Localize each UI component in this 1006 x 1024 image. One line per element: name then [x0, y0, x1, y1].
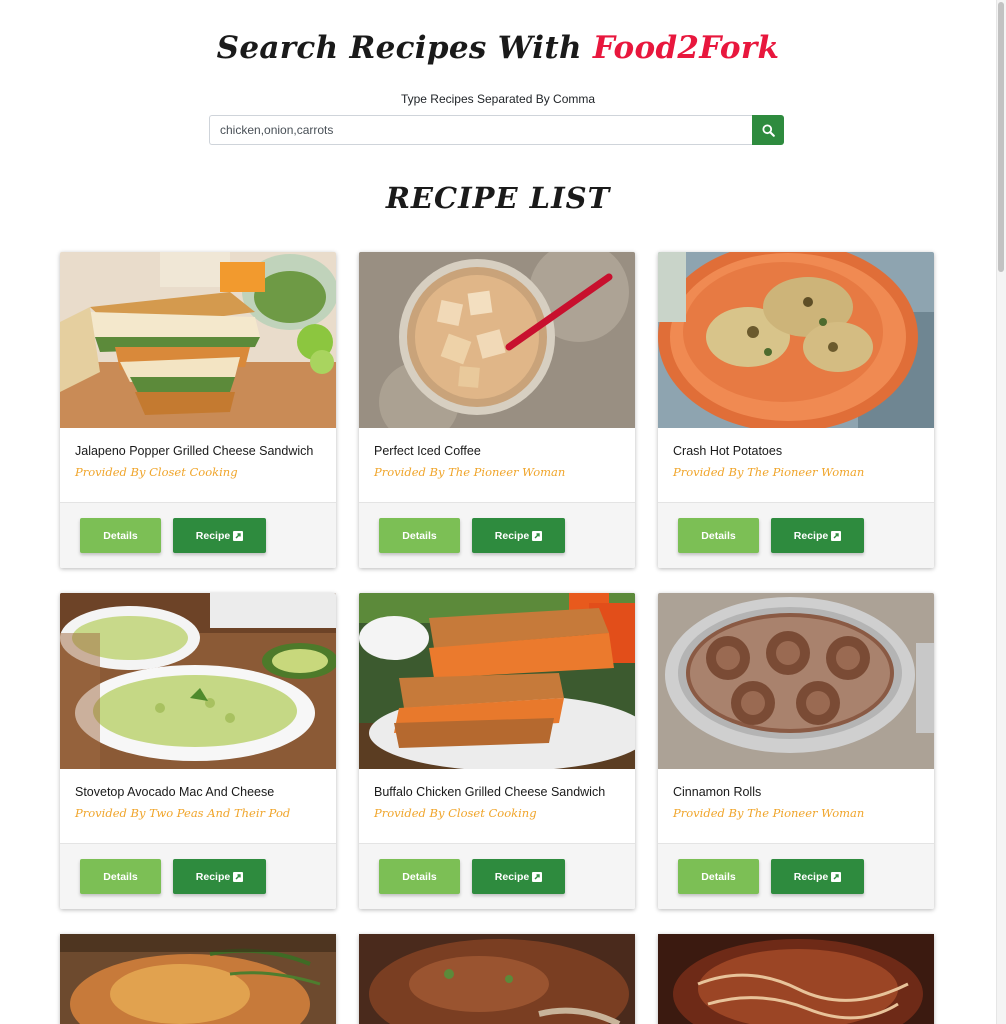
recipe-publisher: Provided By The Pioneer Woman [673, 806, 865, 820]
recipe-publisher: Provided By Two Peas And Their Pod [75, 806, 291, 820]
search-button[interactable] [752, 115, 784, 145]
recipe-button-label: Recipe [195, 529, 231, 542]
recipe-image [658, 252, 934, 428]
recipe-publisher: Provided By Closet Cooking [374, 806, 537, 820]
recipe-card: Buffalo Chicken Grilled Cheese Sandwich … [359, 593, 635, 909]
recipe-image [658, 934, 934, 1024]
recipe-title: Cinnamon Rolls [673, 785, 762, 799]
external-link-icon [233, 871, 244, 882]
recipe-button-label: Recipe [494, 529, 530, 542]
recipe-card: Crash Hot Potatoes Provided By The Pione… [658, 252, 934, 568]
recipe-image [60, 593, 336, 769]
scrollbar-thumb[interactable] [998, 2, 1004, 272]
recipe-card-partial [658, 934, 934, 1024]
recipe-title: Stovetop Avocado Mac And Cheese [75, 785, 275, 799]
recipe-image [60, 934, 336, 1024]
recipe-title: Buffalo Chicken Grilled Cheese Sandwich [374, 785, 606, 799]
brand-name: Food2Fork [592, 30, 780, 66]
recipe-image [359, 252, 635, 428]
recipe-button[interactable]: Recipe [472, 518, 565, 553]
details-button[interactable]: Details [80, 518, 161, 553]
search-icon [761, 123, 775, 137]
recipe-image [359, 934, 635, 1024]
recipe-button-label: Recipe [793, 529, 829, 542]
recipe-button[interactable]: Recipe [173, 518, 266, 553]
recipe-title: Jalapeno Popper Grilled Cheese Sandwich [75, 444, 314, 458]
external-link-icon [532, 530, 543, 541]
recipe-card: Jalapeno Popper Grilled Cheese Sandwich … [60, 252, 336, 568]
recipe-card: Stovetop Avocado Mac And Cheese Provided… [60, 593, 336, 909]
external-link-icon [532, 871, 543, 882]
recipe-button-label: Recipe [494, 870, 530, 883]
recipe-publisher: Provided By The Pioneer Woman [673, 465, 865, 479]
page-title: Search Recipes With Food2Fork [0, 30, 996, 66]
details-button[interactable]: Details [678, 518, 759, 553]
recipe-list-title: RECIPE LIST [385, 181, 611, 215]
recipe-title: Crash Hot Potatoes [673, 444, 783, 458]
recipe-button-label: Recipe [793, 870, 829, 883]
recipe-publisher: Provided By The Pioneer Woman [374, 465, 566, 479]
recipe-image [60, 252, 336, 428]
details-button[interactable]: Details [678, 859, 759, 894]
recipe-button[interactable]: Recipe [771, 859, 864, 894]
recipe-image [658, 593, 934, 769]
external-link-icon [233, 530, 244, 541]
recipe-card-partial [60, 934, 336, 1024]
recipe-publisher: Provided By Closet Cooking [75, 465, 238, 479]
recipe-card: Perfect Iced Coffee Provided By The Pion… [359, 252, 635, 568]
recipe-button[interactable]: Recipe [173, 859, 266, 894]
recipe-card: Cinnamon Rolls Provided By The Pioneer W… [658, 593, 934, 909]
recipe-button-label: Recipe [195, 870, 231, 883]
recipe-button[interactable]: Recipe [472, 859, 565, 894]
search-input[interactable] [209, 115, 753, 145]
details-button[interactable]: Details [80, 859, 161, 894]
search-label: Type Recipes Separated By Comma [400, 92, 596, 106]
recipe-title: Perfect Iced Coffee [374, 444, 481, 458]
page-scrollbar[interactable] [996, 0, 1006, 1024]
external-link-icon [831, 871, 842, 882]
page-title-prefix: Search Recipes With [216, 30, 593, 66]
external-link-icon [831, 530, 842, 541]
recipe-image [359, 593, 635, 769]
details-button[interactable]: Details [379, 518, 460, 553]
details-button[interactable]: Details [379, 859, 460, 894]
recipe-button[interactable]: Recipe [771, 518, 864, 553]
recipe-card-partial [359, 934, 635, 1024]
